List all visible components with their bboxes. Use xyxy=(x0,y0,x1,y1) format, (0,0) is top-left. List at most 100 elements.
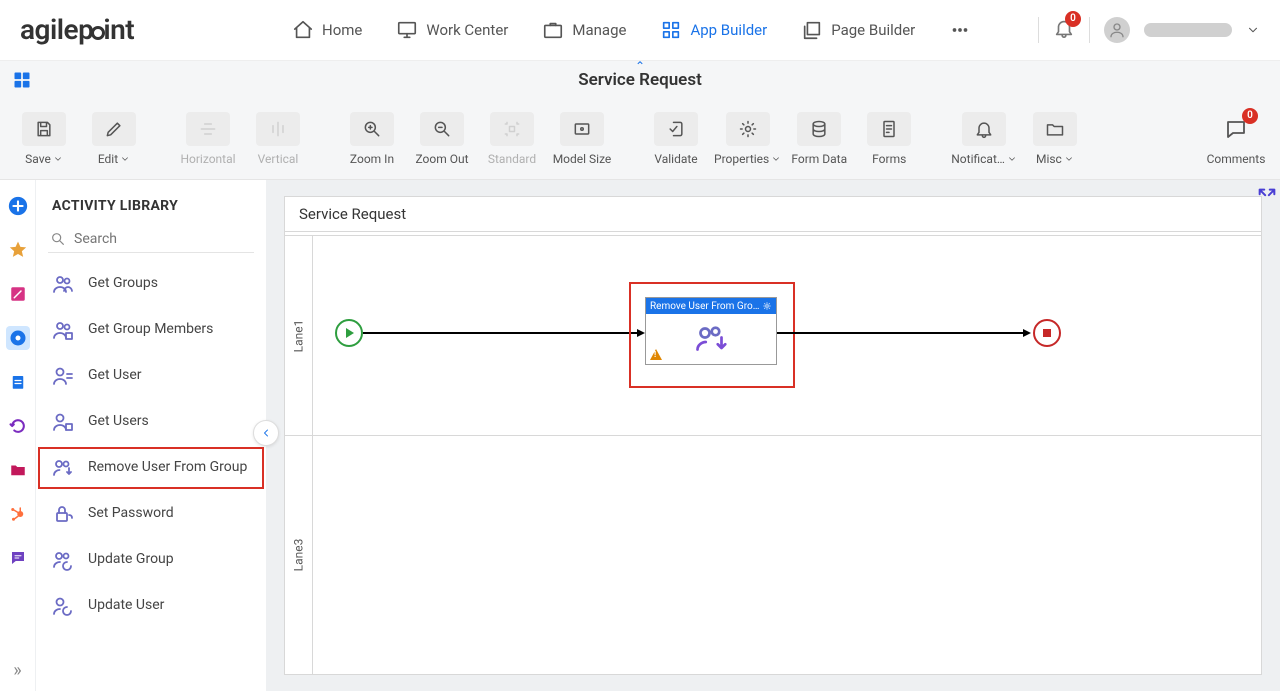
nav-page-builder[interactable]: Page Builder xyxy=(789,13,927,47)
search-input[interactable] xyxy=(74,231,252,247)
tb-label: Zoom In xyxy=(350,152,394,166)
library-item-label: Set Password xyxy=(88,505,174,523)
library-item-get-group-members[interactable]: Get Group Members xyxy=(36,307,266,353)
form-data-button[interactable]: Form Data xyxy=(787,104,851,174)
folder-filled-icon xyxy=(9,461,27,479)
folder-icon xyxy=(1045,119,1065,139)
apps-grid-icon xyxy=(660,19,682,41)
lock-user-icon xyxy=(50,501,76,527)
library-item-label: Update Group xyxy=(88,551,174,569)
library-item-update-group[interactable]: Update Group xyxy=(36,537,266,583)
zoom-in-icon xyxy=(362,119,382,139)
save-icon xyxy=(34,119,54,139)
end-node[interactable] xyxy=(1033,319,1061,347)
notifications-button[interactable]: Notificat… xyxy=(951,104,1017,174)
rail-refresh[interactable] xyxy=(6,414,30,438)
tb-label: Validate xyxy=(654,152,697,166)
rail-expand[interactable]: » xyxy=(13,660,21,681)
zoom-in-button[interactable]: Zoom In xyxy=(340,104,404,174)
rail-add[interactable] xyxy=(6,194,30,218)
nav-manage[interactable]: Manage xyxy=(530,13,638,47)
library-item-get-groups[interactable]: Get Groups xyxy=(36,261,266,307)
standard-size-icon xyxy=(502,119,522,139)
lane-label-box: Lane1 xyxy=(285,236,313,435)
users-icon xyxy=(50,271,76,297)
zoom-out-button[interactable]: Zoom Out xyxy=(410,104,474,174)
tb-label: Properties xyxy=(714,152,769,166)
save-button[interactable]: Save xyxy=(12,104,76,174)
tb-label: Form Data xyxy=(791,152,847,166)
clipboard-icon xyxy=(9,373,27,391)
validate-icon xyxy=(666,119,686,139)
activity-body xyxy=(646,314,776,364)
nav-label: Page Builder xyxy=(831,21,915,39)
horizontal-button[interactable]: Horizontal xyxy=(176,104,240,174)
main-nav: Home Work Center Manage App Builder Page… xyxy=(280,13,983,47)
comments-button[interactable]: 0 Comments xyxy=(1204,104,1268,174)
forms-button[interactable]: Forms xyxy=(857,104,921,174)
nav-app-builder[interactable]: App Builder xyxy=(648,13,779,47)
rail-edit[interactable] xyxy=(6,282,30,306)
process-canvas[interactable]: Service Request Lane1 Lane3 xyxy=(284,196,1262,675)
library-item-label: Update User xyxy=(88,597,164,615)
library-item-label: Get Groups xyxy=(88,275,158,293)
activity-remove-user-from-group[interactable]: Remove User From Gro… xyxy=(645,297,777,365)
library-search[interactable] xyxy=(48,226,254,253)
model-size-button[interactable]: Model Size xyxy=(550,104,614,174)
validate-button[interactable]: Validate xyxy=(644,104,708,174)
nav-home[interactable]: Home xyxy=(280,13,374,47)
misc-button[interactable]: Misc xyxy=(1023,104,1087,174)
toolbar: Save Edit Horizontal Vertical Zoom In Zo… xyxy=(0,98,1280,180)
notifications-button[interactable]: 0 xyxy=(1053,17,1075,43)
library-item-label: Get User xyxy=(88,367,141,385)
lane-label: Lane3 xyxy=(292,539,306,572)
library-item-get-user[interactable]: Get User xyxy=(36,353,266,399)
nav-more[interactable] xyxy=(937,13,983,47)
standard-button[interactable]: Standard xyxy=(480,104,544,174)
zoom-out-icon xyxy=(432,119,452,139)
rail-clipboard[interactable] xyxy=(6,370,30,394)
nav-label: App Builder xyxy=(690,21,767,39)
vertical-button[interactable]: Vertical xyxy=(246,104,310,174)
collapse-panel-button[interactable] xyxy=(253,420,279,446)
users-list-icon xyxy=(50,317,76,343)
library-item-set-password[interactable]: Set Password xyxy=(36,491,266,537)
properties-button[interactable]: Properties xyxy=(714,104,781,174)
activity-label: Remove User From Gro… xyxy=(650,301,759,312)
library-list: Get Groups Get Group Members Get User Ge… xyxy=(36,261,266,691)
start-node[interactable] xyxy=(335,319,363,347)
align-vertical-icon xyxy=(268,119,288,139)
nav-label: Manage xyxy=(572,21,626,39)
rail-favorites[interactable] xyxy=(6,238,30,262)
activity-header: Remove User From Gro… xyxy=(646,298,776,314)
model-size-icon xyxy=(572,119,592,139)
rail-hubspot[interactable] xyxy=(6,502,30,526)
warning-icon xyxy=(650,349,662,360)
apps-icon[interactable] xyxy=(12,70,32,90)
arrow-head-icon xyxy=(1023,329,1031,337)
rail-folder[interactable] xyxy=(6,458,30,482)
edit-button[interactable]: Edit xyxy=(82,104,146,174)
more-horizontal-icon xyxy=(949,19,971,41)
library-item-update-user[interactable]: Update User xyxy=(36,583,266,629)
home-icon xyxy=(292,19,314,41)
avatar[interactable] xyxy=(1104,17,1130,43)
chevron-down-icon[interactable] xyxy=(1246,23,1260,37)
monitor-icon xyxy=(396,19,418,41)
library-item-label: Get Group Members xyxy=(88,321,213,339)
nav-work-center[interactable]: Work Center xyxy=(384,13,520,47)
chevron-left-icon xyxy=(260,427,272,439)
rail-active[interactable] xyxy=(6,326,30,350)
gear-icon[interactable] xyxy=(762,301,772,311)
library-item-get-users[interactable]: Get Users xyxy=(36,399,266,445)
library-item-remove-user-from-group[interactable]: Remove User From Group xyxy=(36,445,266,491)
caret-up-icon[interactable]: ⌃ xyxy=(635,59,645,73)
lane-3: Lane3 xyxy=(285,435,1261,674)
main-content: » ACTIVITY LIBRARY Get Groups Get Group … xyxy=(0,180,1280,691)
rail-chat[interactable] xyxy=(6,546,30,570)
tb-label: Standard xyxy=(488,152,536,166)
pencil-icon xyxy=(104,119,124,139)
tb-label: Zoom Out xyxy=(415,152,468,166)
page-stack-icon xyxy=(801,19,823,41)
tb-label: Model Size xyxy=(553,152,612,166)
